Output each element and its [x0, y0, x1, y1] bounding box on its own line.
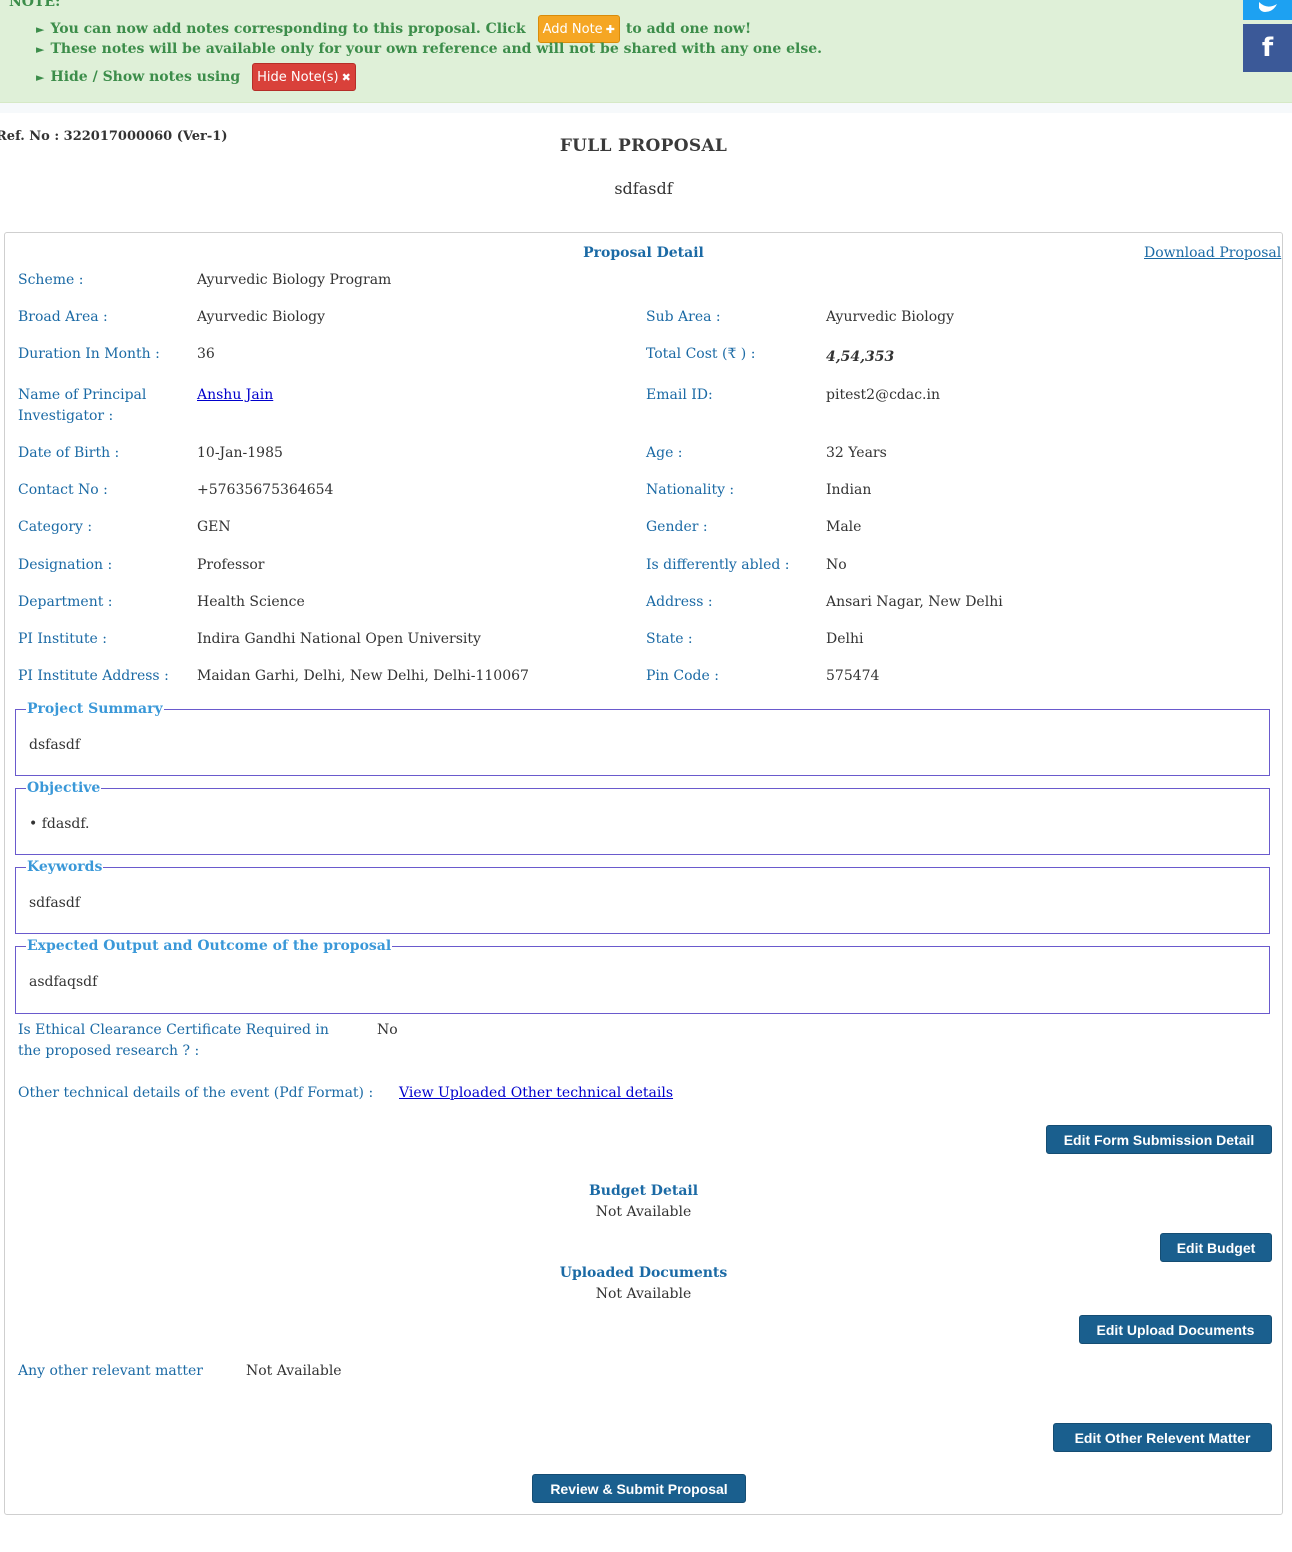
proposal-name: sdfasdf [614, 179, 673, 198]
note-text: to add one now! [625, 21, 752, 37]
ethical-clearance-label: Is Ethical Clearance Certificate Require… [18, 1022, 329, 1059]
scheme-label: Scheme : [18, 272, 84, 288]
expected-output-content: asdfaqsdf [29, 974, 98, 990]
broad-area-label: Broad Area : [18, 309, 108, 325]
email-value: pitest2@cdac.in [826, 387, 941, 403]
department-value: Health Science [197, 594, 305, 610]
designation-value: Professor [197, 557, 265, 573]
age-label: Age : [646, 445, 683, 461]
hide-notes-label: Hide Note(s) [257, 69, 339, 85]
keywords-fieldset: Keywords sdfasdf [15, 859, 1270, 934]
pin-code-value: 575474 [826, 668, 880, 684]
triangle-bullet-icon: ► [36, 22, 45, 36]
expected-output-fieldset: Expected Output and Outcome of the propo… [15, 938, 1270, 1014]
hide-notes-button[interactable]: Hide Note(s) ✖ [252, 63, 356, 91]
twitter-icon [1259, 2, 1277, 12]
expected-output-legend: Expected Output and Outcome of the propo… [26, 938, 393, 954]
keywords-content: sdfasdf [29, 895, 81, 911]
other-matter-value: Not Available [246, 1363, 342, 1379]
objective-fieldset: Objective • fdasdf. [15, 780, 1270, 855]
differently-abled-value: No [826, 557, 847, 573]
pi-institute-value: Indira Gandhi National Open University [197, 631, 481, 647]
view-technical-details-link[interactable]: View Uploaded Other technical details [399, 1083, 673, 1104]
duration-value: 36 [197, 346, 215, 362]
nationality-label: Nationality : [646, 482, 735, 498]
proposal-detail-heading: Proposal Detail [583, 245, 704, 261]
pi-institute-address-value: Maidan Garhi, Delhi, New Delhi, Delhi-11… [197, 668, 529, 684]
contact-value: +57635675364654 [197, 482, 334, 498]
address-value: Ansari Nagar, New Delhi [826, 594, 1003, 610]
differently-abled-label: Is differently abled : [646, 557, 790, 573]
age-value: 32 Years [826, 445, 887, 461]
download-proposal-link[interactable]: Download Proposal [1144, 245, 1281, 261]
project-summary-fieldset: Project Summary dsfasdf [15, 701, 1270, 776]
duration-label: Duration In Month : [18, 346, 160, 362]
address-label: Address : [646, 594, 713, 610]
total-cost-value: 4,54,353 [826, 349, 895, 365]
facebook-share-button[interactable]: f [1243, 24, 1292, 72]
twitter-share-button[interactable] [1243, 0, 1292, 20]
note-line-private: ► These notes will be available only for… [36, 41, 822, 57]
category-value: GEN [197, 519, 231, 535]
edit-other-matter-button[interactable]: Edit Other Relevent Matter [1053, 1423, 1272, 1452]
divider [0, 103, 1292, 113]
uploaded-documents-heading: Uploaded Documents [559, 1265, 728, 1281]
gender-label: Gender : [646, 519, 708, 535]
email-label: Email ID: [646, 387, 713, 403]
dob-label: Date of Birth : [18, 445, 120, 461]
note-text: You can now add notes corresponding to t… [50, 21, 526, 37]
designation-label: Designation : [18, 557, 113, 573]
edit-form-submission-button[interactable]: Edit Form Submission Detail [1046, 1125, 1272, 1154]
sub-area-value: Ayurvedic Biology [826, 309, 955, 325]
pi-institute-label: PI Institute : [18, 631, 107, 647]
plus-icon: ✚ [605, 22, 615, 36]
other-technical-label: Other technical details of the event (Pd… [18, 1085, 374, 1101]
note-title: NOTE: [9, 0, 61, 10]
other-matter-label: Any other relevant matter [18, 1363, 203, 1379]
edit-upload-documents-button[interactable]: Edit Upload Documents [1079, 1315, 1272, 1344]
objective-legend: Objective [26, 780, 102, 796]
department-label: Department : [18, 594, 113, 610]
project-summary-legend: Project Summary [26, 701, 164, 717]
notes-banner: NOTE: ► You can now add notes correspond… [0, 0, 1292, 103]
note-line-hide: ► Hide / Show notes using Hide Note(s) ✖ [36, 63, 356, 91]
contact-label: Contact No : [18, 482, 108, 498]
budget-detail-heading: Budget Detail [588, 1183, 699, 1199]
keywords-legend: Keywords [26, 859, 104, 875]
add-note-label: Add Note [542, 21, 603, 37]
category-label: Category : [18, 519, 93, 535]
note-text: These notes will be available only for y… [50, 41, 823, 57]
facebook-icon: f [1261, 33, 1274, 63]
note-text: Hide / Show notes using [50, 69, 241, 85]
uploaded-documents-value: Not Available [595, 1286, 692, 1302]
pi-institute-address-label: PI Institute Address : [18, 668, 169, 684]
budget-detail-value: Not Available [595, 1204, 692, 1220]
scheme-value: Ayurvedic Biology Program [197, 272, 392, 288]
triangle-bullet-icon: ► [36, 42, 45, 56]
edit-budget-button[interactable]: Edit Budget [1160, 1233, 1272, 1262]
nationality-value: Indian [826, 482, 872, 498]
pin-code-label: Pin Code : [646, 668, 719, 684]
state-label: State : [646, 631, 693, 647]
ethical-clearance-value: No [377, 1022, 398, 1038]
state-value: Delhi [826, 631, 864, 647]
sub-area-label: Sub Area : [646, 309, 721, 325]
pi-name-link[interactable]: Anshu Jain [197, 385, 273, 406]
review-submit-button[interactable]: Review & Submit Proposal [532, 1474, 746, 1503]
dob-value: 10-Jan-1985 [197, 445, 283, 461]
note-line-add: ► You can now add notes corresponding to… [36, 15, 751, 43]
pi-name-label: Name of Principal Investigator : [18, 387, 147, 424]
close-icon: ✖ [341, 70, 351, 84]
project-summary-content: dsfasdf [29, 737, 81, 753]
page-title: FULL PROPOSAL [559, 136, 728, 156]
broad-area-value: Ayurvedic Biology [197, 309, 326, 325]
objective-content: • fdasdf. [29, 816, 90, 832]
gender-value: Male [826, 519, 862, 535]
add-note-button[interactable]: Add Note ✚ [537, 15, 620, 43]
total-cost-label: Total Cost (₹ ) : [646, 346, 756, 362]
triangle-bullet-icon: ► [36, 70, 45, 84]
